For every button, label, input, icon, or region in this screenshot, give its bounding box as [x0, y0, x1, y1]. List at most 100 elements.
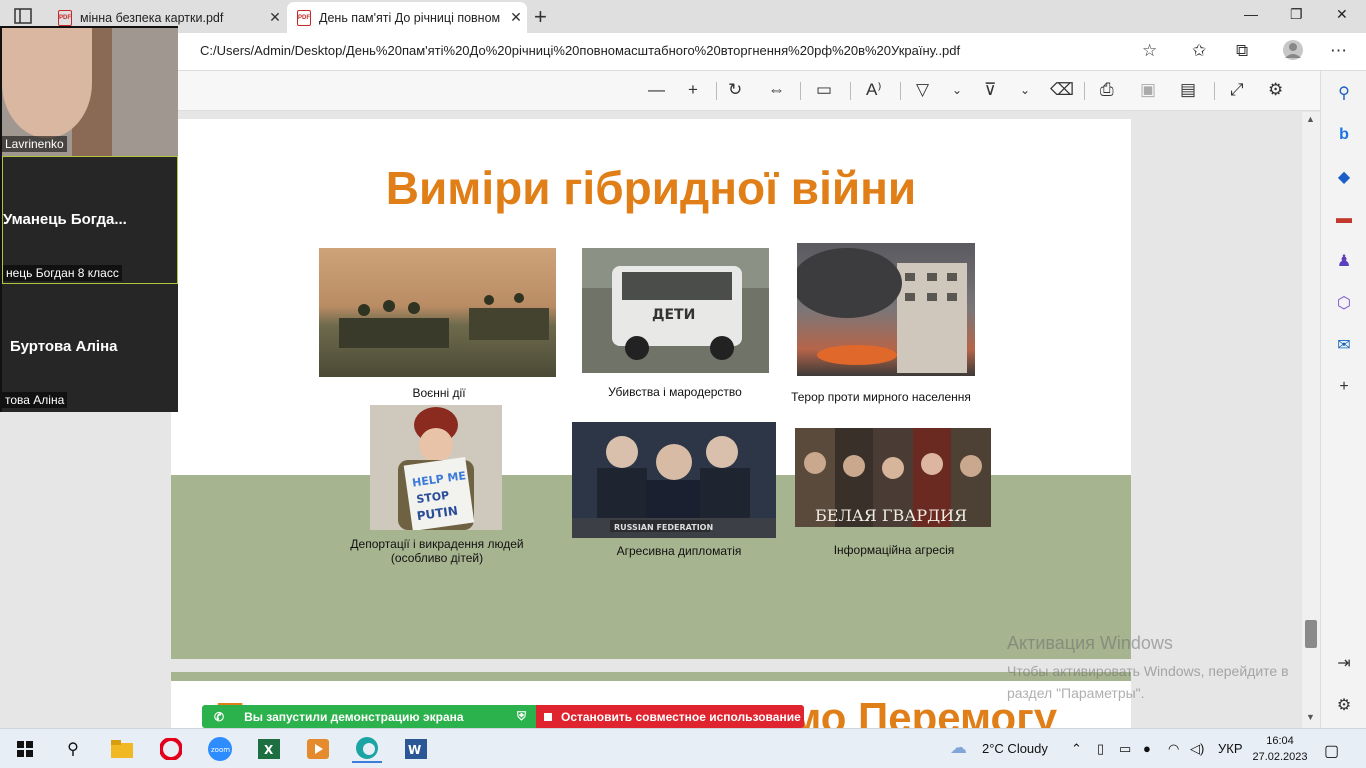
address-bar: C:/Users/Admin/Desktop/День%20пам'яті%20…	[0, 33, 1366, 71]
host-video: Lavrinenko	[2, 28, 178, 156]
outlook-icon[interactable]: ✉	[1334, 335, 1354, 355]
profile-avatar[interactable]	[1282, 39, 1304, 66]
weather-text[interactable]: 2°C Cloudy	[982, 741, 1048, 756]
close-tab-icon[interactable]: ✕	[264, 9, 286, 26]
participant-name-tag: това Аліна	[2, 392, 68, 408]
volume-icon[interactable]: ◁)	[1190, 741, 1204, 757]
caption-diplomacy: Агресивна дипломатія	[616, 544, 742, 558]
edge-icon[interactable]	[352, 735, 382, 763]
phone-icon: ✆	[214, 709, 225, 724]
eraser-icon[interactable]: ⌫	[1050, 80, 1074, 100]
participant-tile[interactable]: Уманець Богда... нець Богдан 8 класс	[2, 156, 178, 284]
caption-killings: Убивства і мародерство	[608, 385, 742, 399]
participant-name: Буртова Аліна	[10, 338, 118, 355]
new-tab-button[interactable]: +	[534, 4, 547, 30]
pdf-page: Виміри гібридної війни Воєнні дії ДЕТИ У…	[171, 119, 1131, 659]
caption-military: Воєнні дії	[412, 386, 466, 400]
pdf-icon: PDF	[297, 9, 311, 26]
collections-icon[interactable]: ⧉	[1236, 41, 1248, 61]
tab-title: День пам'яті До річниці повном	[319, 10, 501, 25]
scrollbar-thumb[interactable]	[1305, 620, 1317, 648]
toolbar-divider	[800, 82, 801, 100]
stop-share-label: Остановить совместное использование	[561, 709, 801, 724]
word-icon[interactable]: W	[401, 735, 431, 763]
search-icon[interactable]: ⚲	[1334, 83, 1354, 103]
caption-info: Інформаційна агресія	[833, 543, 955, 557]
fit-width-icon[interactable]: ⇔	[768, 80, 785, 100]
burning-building-photo	[797, 243, 975, 376]
sidebar-toggle-icon[interactable]: ⇥	[1334, 653, 1354, 673]
more-menu-icon[interactable]: ⋯	[1330, 41, 1347, 61]
weather-cloud-icon[interactable]: ☁	[950, 738, 967, 758]
scroll-up-icon[interactable]: ▲	[1306, 114, 1315, 124]
svg-text:X: X	[264, 743, 274, 757]
notifications-icon[interactable]: ▢	[1324, 741, 1339, 761]
clock-time: 16:04	[1266, 735, 1294, 747]
tab-memory-day[interactable]: PDF День пам'яті До річниці повном ✕	[287, 2, 527, 33]
rotate-icon[interactable]: ↻	[728, 80, 742, 100]
system-clock[interactable]: 16:04 27.02.2023	[1252, 733, 1308, 765]
battery-icon[interactable]: ▭	[1119, 741, 1131, 757]
start-button[interactable]	[10, 735, 40, 763]
slide-green-band	[171, 672, 1131, 681]
microphone-icon[interactable]: ●	[1143, 741, 1151, 756]
stop-share-button[interactable]: Остановить совместное использование	[536, 705, 804, 728]
chevron-up-icon[interactable]: ⌃	[1071, 741, 1082, 757]
participant-tile[interactable]: Буртова Аліна това Аліна	[2, 284, 178, 412]
pdf-toolbar: — + ↻ ⇔ ▭ A⁾ ▽ ⌄ ⊽ ⌄ ⌫ ⎙ ▣ ▤ ⤢ ⚙	[0, 71, 1320, 111]
svg-text:W: W	[408, 743, 421, 757]
fullscreen-icon[interactable]: ⤢	[1230, 80, 1244, 100]
close-window-button[interactable]: ✕	[1336, 6, 1348, 23]
chevron-down-icon[interactable]: ⌄	[1020, 83, 1030, 97]
vertical-scrollbar[interactable]: ▲ ▼	[1302, 112, 1320, 728]
save-icon[interactable]: ▣	[1140, 80, 1156, 100]
usb-icon[interactable]: ▯	[1097, 741, 1104, 757]
child-sign-photo: HELP ME STOP PUTIN	[370, 405, 502, 530]
participant-name-tag: Lavrinenko	[2, 136, 67, 152]
zoom-out-icon[interactable]: —	[648, 80, 665, 100]
tv-poster-photo: БЕЛАЯ ГВАРДИЯ	[795, 428, 991, 527]
office-icon[interactable]: ⬡	[1334, 293, 1354, 313]
svg-text:zoom: zoom	[211, 746, 230, 754]
caption-terror: Терор проти мирного населення	[791, 390, 971, 404]
settings-gear-icon[interactable]: ⚙	[1268, 80, 1283, 100]
shield-icon: ⛨	[516, 709, 526, 723]
file-explorer-icon[interactable]	[107, 735, 137, 763]
bing-icon[interactable]: b	[1334, 125, 1354, 145]
wifi-icon[interactable]: ◠	[1168, 741, 1179, 757]
zoom-app-icon[interactable]: zoom	[205, 735, 235, 763]
games-icon[interactable]: ♟	[1334, 251, 1354, 271]
video-face	[2, 28, 92, 138]
chevron-down-icon[interactable]: ⌄	[952, 83, 962, 97]
url-field[interactable]: C:/Users/Admin/Desktop/День%20пам'яті%20…	[200, 43, 960, 58]
excel-icon[interactable]: X	[254, 735, 284, 763]
zoom-video-panel: Lavrinenko Уманець Богда... нець Богдан …	[0, 26, 178, 412]
favorites-icon[interactable]: ✩	[1192, 41, 1206, 61]
print-icon[interactable]: ⎙	[1100, 80, 1114, 100]
restore-button[interactable]: ❐	[1290, 6, 1303, 23]
save-as-icon[interactable]: ▤	[1180, 80, 1196, 100]
caption-deportation: Депортації і викрадення людей (особливо …	[350, 537, 524, 565]
add-icon[interactable]: +	[1334, 377, 1354, 397]
pdf-icon: PDF	[58, 9, 72, 26]
scroll-down-icon[interactable]: ▼	[1306, 712, 1315, 722]
page-view-icon[interactable]: ▭	[816, 80, 832, 100]
opera-icon[interactable]	[156, 735, 186, 763]
participant-name-tag: нець Богдан 8 класс	[3, 265, 122, 281]
read-aloud-icon[interactable]: A⁾	[866, 80, 882, 100]
minimize-button[interactable]: —	[1244, 6, 1258, 22]
tools-icon[interactable]: ▬	[1334, 209, 1354, 229]
language-indicator[interactable]: УКР	[1218, 741, 1243, 756]
tab-actions-icon[interactable]	[14, 8, 32, 24]
highlight-icon[interactable]: ⊽	[984, 80, 996, 100]
share-status-text: Вы запустили демонстрацию экрана	[244, 709, 464, 724]
shopping-tag-icon[interactable]: ◆	[1334, 167, 1354, 187]
add-favorite-icon[interactable]: ☆	[1142, 41, 1157, 61]
search-icon[interactable]: ⚲	[58, 735, 88, 763]
draw-icon[interactable]: ▽	[916, 80, 929, 100]
media-player-icon[interactable]	[303, 735, 333, 763]
clock-date: 27.02.2023	[1252, 751, 1308, 763]
sidebar-settings-gear-icon[interactable]: ⚙	[1334, 695, 1354, 715]
zoom-in-icon[interactable]: +	[688, 80, 698, 100]
close-tab-icon[interactable]: ✕	[505, 9, 527, 26]
